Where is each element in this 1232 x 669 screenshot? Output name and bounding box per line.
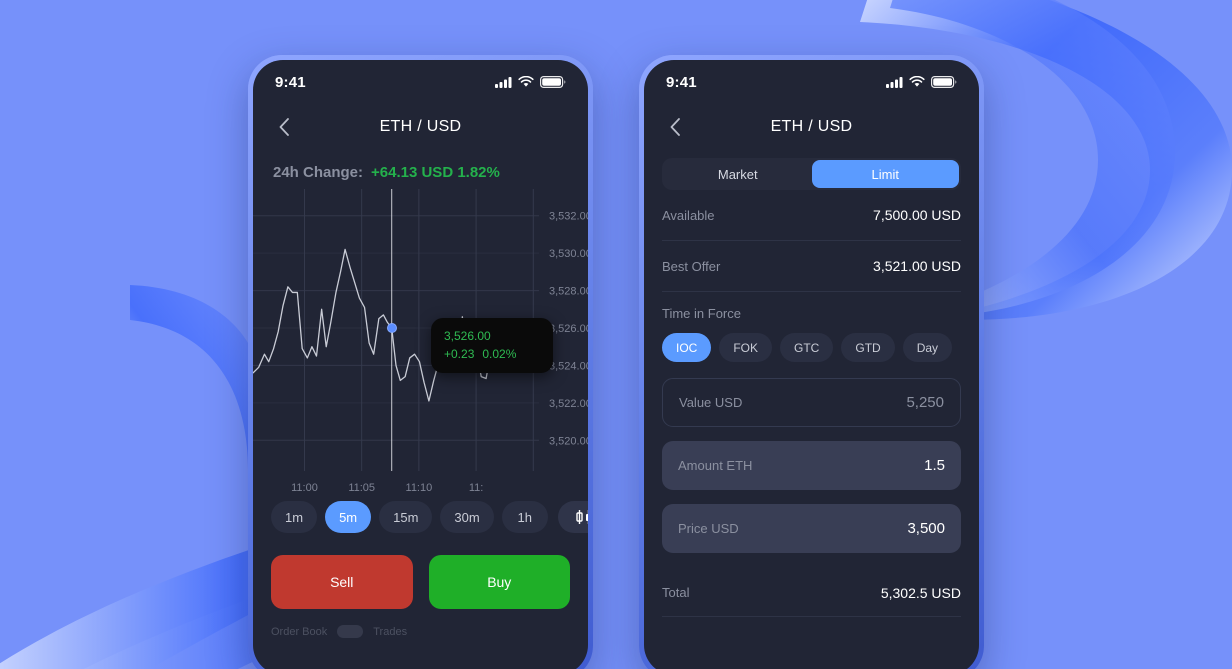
time-in-force-options[interactable]: IOC FOK GTC GTD Day	[644, 333, 979, 362]
change-24h-value: +64.13 USD 1.82%	[371, 164, 500, 181]
total-value: 5,302.5 USD	[880, 584, 961, 601]
order-type-market[interactable]: Market	[664, 160, 812, 188]
info-row-value: 7,500.00 USD	[873, 207, 961, 223]
svg-text:3,532.00: 3,532.00	[549, 211, 588, 223]
order-input-fields[interactable]: Value USD 5,250 Amount ETH 1.5 Price USD 3,50…	[644, 378, 979, 553]
cellular-icon	[886, 77, 903, 88]
svg-text:11:10: 11:10	[406, 482, 433, 494]
field-label: Amount ETH	[678, 458, 753, 473]
svg-text:3,520.00: 3,520.00	[549, 435, 588, 447]
info-row-label: Best Offer	[662, 258, 721, 274]
sell-button[interactable]: Sell	[271, 555, 413, 609]
cellular-icon	[495, 77, 512, 88]
price-chart[interactable]: 3,532.00 3,530.00 3,528.00 3,526.00 3,524.00…	[253, 187, 588, 497]
field-value[interactable]: 5,250	[906, 394, 944, 411]
total-label: Total	[662, 585, 690, 600]
order-info-rows: Available 7,500.00 USD Best Offer 3,521.00 …	[644, 190, 979, 292]
field-label: Price USD	[678, 521, 739, 536]
bottom-peek-row: Order Book Trades	[253, 609, 588, 638]
order-type-segmented-control[interactable]: Market Limit	[662, 158, 961, 190]
wifi-icon	[909, 76, 925, 87]
left-screen: 9:41 ETH / USD 24h Change: +64.13 USD 1.…	[253, 60, 588, 669]
timeframe-15m[interactable]: 15m	[379, 501, 433, 533]
field-price-usd[interactable]: Price USD 3,500	[662, 504, 961, 553]
chart-x-axis-labels: 11:00 11:05 11:10 11:	[291, 482, 483, 494]
field-label: Value USD	[679, 395, 743, 410]
field-value[interactable]: 3,500	[907, 520, 945, 537]
timeframe-30m[interactable]: 30m	[440, 501, 494, 533]
battery-icon	[540, 76, 566, 88]
svg-text:11:: 11:	[469, 482, 483, 494]
info-row: Best Offer 3,521.00 USD	[662, 241, 961, 292]
change-24h-row: 24h Change: +64.13 USD 1.82%	[253, 150, 588, 187]
svg-text:3,522.00: 3,522.00	[549, 398, 588, 410]
tooltip-percent: 0.02%	[482, 347, 517, 361]
chart-y-axis-labels: 3,532.00 3,530.00 3,528.00 3,526.00 3,524.00…	[549, 211, 588, 448]
trade-actions: Sell Buy	[253, 533, 588, 609]
bottom-peek-left-text: Order Book	[271, 625, 328, 638]
svg-text:3,528.00: 3,528.00	[549, 286, 588, 298]
tif-option-gtd[interactable]: GTD	[841, 333, 895, 362]
svg-text:11:05: 11:05	[348, 482, 375, 494]
tooltip-change: +0.23 0.02%	[444, 345, 540, 363]
tooltip-price: 3,526.00	[444, 329, 491, 343]
svg-text:3,530.00: 3,530.00	[549, 248, 588, 260]
status-icons-right	[886, 76, 957, 88]
time-in-force-label: Time in Force	[662, 306, 741, 321]
nav-bar-left: ETH / USD	[253, 104, 588, 150]
page-title-left: ETH / USD	[379, 118, 462, 135]
chart-type-button[interactable]	[557, 501, 588, 533]
page-title-right: ETH / USD	[770, 118, 853, 135]
svg-text:3,524.00: 3,524.00	[549, 360, 588, 372]
crosshair-marker-dot[interactable]	[386, 323, 397, 333]
tif-option-day[interactable]: Day	[902, 333, 953, 362]
total-row: Total 5,302.5 USD	[662, 569, 961, 617]
svg-text:3,526.00: 3,526.00	[549, 323, 588, 335]
timeframe-5m[interactable]: 5m	[325, 501, 372, 533]
timeframe-1h[interactable]: 1h	[501, 501, 548, 533]
change-24h-label: 24h Change:	[273, 164, 364, 181]
bottom-peek-toggle[interactable]	[337, 625, 364, 638]
back-button-left[interactable]	[271, 114, 297, 140]
info-row-label: Available	[662, 207, 715, 223]
tif-option-fok[interactable]: FOK	[719, 333, 773, 362]
status-bar-left: 9:41	[253, 60, 588, 104]
background-decoration	[0, 0, 1232, 669]
timeframe-selector[interactable]: 1m 5m 15m 30m 1h	[253, 501, 588, 533]
candlestick-icon	[576, 510, 588, 524]
order-type-limit[interactable]: Limit	[811, 160, 959, 188]
field-amount-eth[interactable]: Amount ETH 1.5	[662, 441, 961, 490]
phone-left-chart: 9:41 ETH / USD 24h Change: +64.13 USD 1.…	[248, 55, 593, 669]
phone-right-order: 9:41 ETH / USD Market Limit Available 7,…	[639, 55, 984, 669]
buy-button[interactable]: Buy	[428, 555, 570, 609]
status-icons	[495, 76, 566, 88]
back-button-right[interactable]	[662, 114, 688, 140]
status-time: 9:41	[275, 73, 306, 91]
battery-icon	[931, 76, 957, 88]
tooltip-delta: +0.23	[444, 347, 475, 361]
timeframe-1m[interactable]: 1m	[271, 501, 318, 533]
tif-option-ioc[interactable]: IOC	[662, 333, 712, 362]
tif-option-gtc[interactable]: GTC	[780, 333, 834, 362]
chevron-left-icon	[279, 118, 289, 136]
info-row-value: 3,521.00 USD	[873, 258, 961, 274]
field-value-usd[interactable]: Value USD 5,250	[662, 378, 961, 427]
nav-bar-right: ETH / USD	[644, 104, 979, 150]
right-screen: 9:41 ETH / USD Market Limit Available 7,…	[644, 60, 979, 669]
field-value[interactable]: 1.5	[924, 457, 945, 474]
info-row: Available 7,500.00 USD	[662, 190, 961, 241]
bottom-peek-right-text: Trades	[373, 625, 408, 638]
wifi-icon	[518, 76, 534, 87]
svg-text:11:00: 11:00	[291, 482, 318, 494]
status-time-right: 9:41	[666, 73, 697, 91]
status-bar-right: 9:41	[644, 60, 979, 104]
chevron-left-icon	[670, 118, 680, 136]
chart-tooltip: 3,526.00 +0.23 0.02%	[431, 318, 553, 373]
